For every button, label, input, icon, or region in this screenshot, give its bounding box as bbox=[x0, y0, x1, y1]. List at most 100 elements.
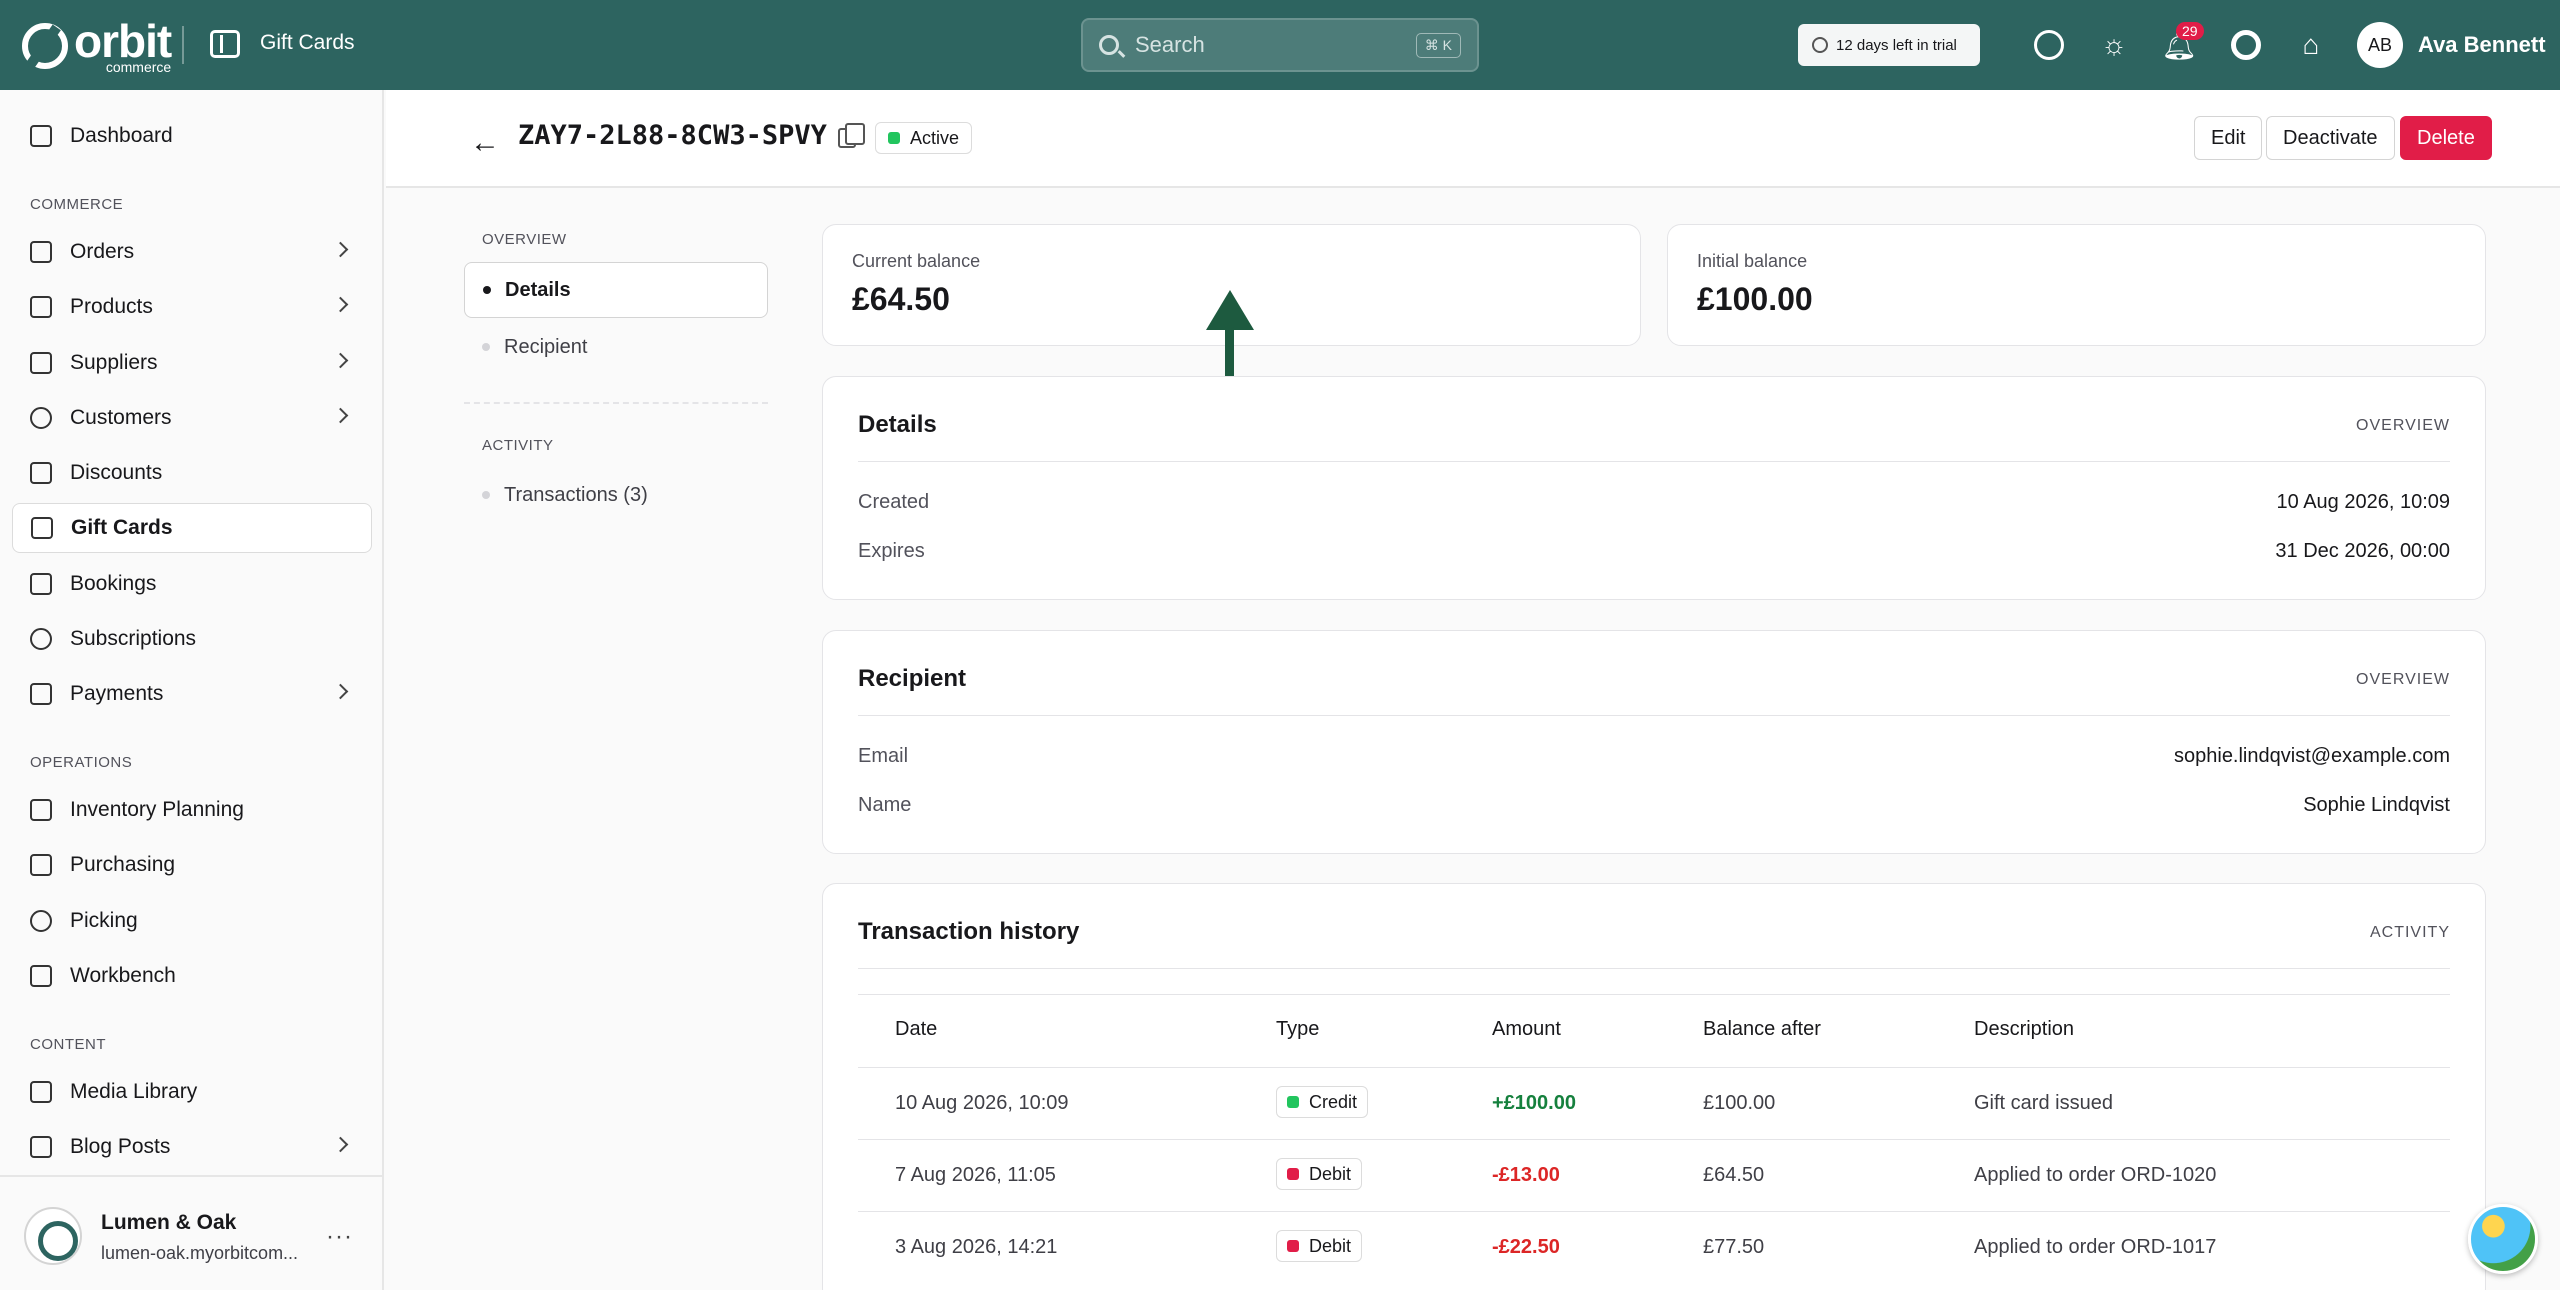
initial-balance-label: Initial balance bbox=[1697, 251, 1808, 271]
sidebar-item-picking[interactable]: Picking bbox=[12, 896, 372, 946]
transactions-title: Transaction history bbox=[858, 918, 1080, 945]
search-input[interactable]: Search ⌘ K bbox=[1081, 18, 1479, 72]
type-badge: Credit bbox=[1276, 1086, 1369, 1118]
search-placeholder: Search bbox=[1135, 32, 1205, 57]
details-card: Details OVERVIEW Created 10 Aug 2026, 10… bbox=[822, 376, 2486, 600]
products-box-icon bbox=[30, 296, 52, 318]
sidebar-item-discounts[interactable]: Discounts bbox=[12, 448, 372, 498]
expires-value: 31 Dec 2026, 00:00 bbox=[2275, 540, 2450, 562]
trial-badge[interactable]: 12 days left in trial bbox=[1798, 24, 1980, 66]
map-pin-icon bbox=[30, 910, 52, 932]
chevron-right-icon bbox=[332, 1136, 349, 1153]
section-nav-overview-label: OVERVIEW bbox=[482, 231, 567, 248]
topbar-divider bbox=[182, 26, 184, 64]
theme-sun-icon[interactable]: ☼ bbox=[2097, 28, 2131, 62]
section-nav-divider bbox=[464, 402, 768, 404]
created-label: Created bbox=[858, 491, 930, 513]
sidebar-section-content: CONTENT bbox=[30, 1036, 106, 1053]
section-nav-recipient[interactable]: Recipient bbox=[464, 319, 768, 375]
store-url: lumen-oak.myorbitcom... bbox=[101, 1243, 299, 1263]
sidebar: Dashboard COMMERCE Orders Products Suppl… bbox=[0, 90, 384, 1290]
section-nav-details[interactable]: Details bbox=[464, 262, 768, 318]
name-value: Sophie Lindqvist bbox=[2303, 794, 2450, 816]
column-header-description: Description bbox=[1974, 1018, 2075, 1040]
sidebar-item-purchasing[interactable]: Purchasing bbox=[12, 840, 372, 890]
discount-tag-icon bbox=[30, 462, 52, 484]
sidebar-item-subscriptions[interactable]: Subscriptions bbox=[12, 614, 372, 664]
initial-balance-card: Initial balance £100.00 bbox=[1667, 224, 2486, 346]
sidebar-item-orders[interactable]: Orders bbox=[12, 227, 372, 277]
clipboard-icon bbox=[30, 799, 52, 821]
email-value[interactable]: sophie.lindqvist@example.com bbox=[2174, 745, 2450, 768]
details-tag: OVERVIEW bbox=[2356, 417, 2450, 434]
column-header-balance-after: Balance after bbox=[1703, 1018, 1821, 1040]
created-value: 10 Aug 2026, 10:09 bbox=[2276, 491, 2451, 513]
sidebar-item-customers[interactable]: Customers bbox=[12, 393, 372, 443]
store-name: Lumen & Oak bbox=[101, 1211, 237, 1234]
suppliers-building-icon bbox=[30, 352, 52, 374]
user-avatar[interactable]: AB bbox=[2357, 22, 2403, 68]
row-description: Gift card issued bbox=[1974, 1092, 2113, 1114]
assistant-icon[interactable] bbox=[2032, 28, 2066, 62]
store-logo-icon bbox=[24, 1207, 82, 1265]
more-options-icon[interactable]: ··· bbox=[326, 1223, 353, 1251]
table-row[interactable]: 7 Aug 2026, 11:05 Debit -£13.00 £64.50 A… bbox=[858, 1139, 2450, 1211]
dashboard-icon bbox=[30, 125, 52, 147]
user-name[interactable]: Ava Bennett bbox=[2418, 32, 2546, 58]
document-icon bbox=[30, 1136, 52, 1158]
annotation-arrow-up-icon bbox=[1206, 290, 1254, 330]
sidebar-item-blog-posts[interactable]: Blog Posts bbox=[12, 1122, 372, 1172]
sidebar-item-inventory-planning[interactable]: Inventory Planning bbox=[12, 785, 372, 835]
table-row[interactable]: 3 Aug 2026, 14:21 Debit -£22.50 £77.50 A… bbox=[858, 1211, 2450, 1283]
storefront-icon[interactable]: ⌂ bbox=[2294, 28, 2328, 62]
sidebar-item-workbench[interactable]: Workbench bbox=[12, 951, 372, 1001]
orbit-logo[interactable]: orbit commerce bbox=[22, 18, 172, 74]
sidebar-toggle-icon[interactable] bbox=[210, 30, 240, 58]
sidebar-item-bookings[interactable]: Bookings bbox=[12, 559, 372, 609]
orders-icon bbox=[30, 241, 52, 263]
credit-card-icon bbox=[30, 683, 52, 705]
delete-button[interactable]: Delete bbox=[2400, 116, 2492, 160]
row-balance: £100.00 bbox=[1703, 1092, 1776, 1114]
sidebar-item-products[interactable]: Products bbox=[12, 282, 372, 332]
sidebar-item-media-library[interactable]: Media Library bbox=[12, 1067, 372, 1117]
calendar-icon bbox=[30, 573, 52, 595]
column-header-date: Date bbox=[895, 1018, 938, 1040]
sidebar-item-dashboard[interactable]: Dashboard bbox=[12, 111, 372, 161]
gift-card-code: ZAY7-2L88-8CW3-SPVY bbox=[518, 120, 827, 151]
section-nav-transactions[interactable]: Transactions (3) bbox=[464, 467, 768, 523]
section-nav-activity-label: ACTIVITY bbox=[482, 437, 554, 454]
status-dot bbox=[888, 132, 900, 144]
status-badge: Active bbox=[875, 122, 973, 154]
recipient-tag: OVERVIEW bbox=[2356, 671, 2450, 688]
help-lifebuoy-icon[interactable] bbox=[2229, 28, 2263, 62]
sidebar-item-suppliers[interactable]: Suppliers bbox=[12, 338, 372, 388]
table-row[interactable]: 10 Aug 2026, 10:09 Credit +£100.00 £100.… bbox=[858, 1067, 2450, 1139]
current-section-title: Gift Cards bbox=[260, 31, 355, 54]
assistant-avatar-button[interactable] bbox=[2468, 1204, 2538, 1274]
notification-count-badge: 29 bbox=[2176, 22, 2204, 40]
search-icon bbox=[1099, 35, 1119, 55]
store-switcher[interactable]: Lumen & Oak lumen-oak.myorbitcom... ··· bbox=[0, 1175, 382, 1290]
row-amount: -£13.00 bbox=[1492, 1164, 1560, 1186]
sidebar-item-gift-cards[interactable]: Gift Cards bbox=[12, 503, 372, 553]
back-arrow-icon[interactable]: ← bbox=[470, 126, 500, 160]
gift-icon bbox=[31, 517, 53, 539]
customers-users-icon bbox=[30, 407, 52, 429]
column-header-amount: Amount bbox=[1492, 1018, 1561, 1040]
chevron-right-icon bbox=[332, 407, 349, 424]
initial-balance-value: £100.00 bbox=[1697, 281, 1813, 317]
row-date: 3 Aug 2026, 14:21 bbox=[895, 1236, 1058, 1258]
deactivate-button[interactable]: Deactivate bbox=[2266, 116, 2395, 160]
recipient-title: Recipient bbox=[858, 665, 967, 692]
row-description: Applied to order ORD-1017 bbox=[1974, 1236, 2217, 1258]
sidebar-section-operations: OPERATIONS bbox=[30, 754, 133, 771]
column-header-type: Type bbox=[1276, 1018, 1320, 1040]
email-label: Email bbox=[858, 745, 909, 767]
copy-icon[interactable] bbox=[838, 123, 865, 148]
chevron-right-icon bbox=[332, 241, 349, 258]
row-amount: -£22.50 bbox=[1492, 1236, 1560, 1258]
edit-button[interactable]: Edit bbox=[2194, 116, 2263, 160]
sidebar-item-payments[interactable]: Payments bbox=[12, 669, 372, 719]
row-balance: £64.50 bbox=[1703, 1164, 1765, 1186]
